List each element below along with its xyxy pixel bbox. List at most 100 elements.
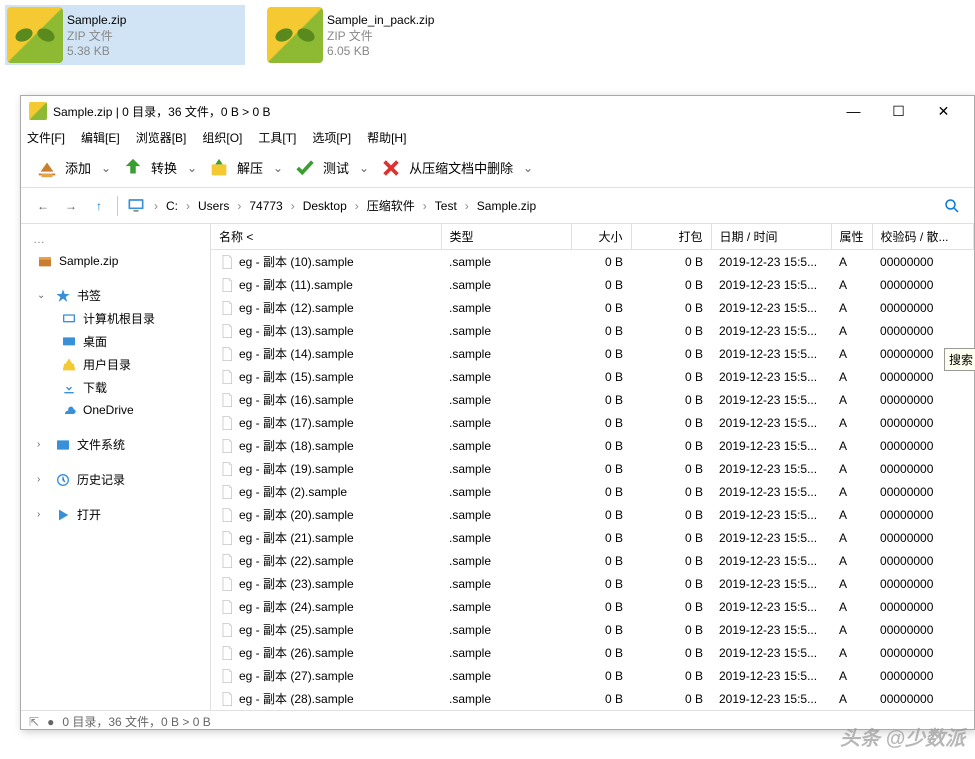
sidebar-more[interactable]: … [25,228,206,250]
table-row[interactable]: eg - 副本 (13).sample .sample 0 B 0 B 2019… [211,319,974,342]
file-type: .sample [441,411,571,434]
minimize-button[interactable]: — [831,97,876,125]
maximize-button[interactable]: ☐ [876,97,921,125]
table-row[interactable]: eg - 副本 (21).sample .sample 0 B 0 B 2019… [211,526,974,549]
up-button[interactable]: ↑ [85,192,113,220]
menu-item[interactable]: 文件[F] [27,129,65,146]
file-attrs: A [831,296,872,319]
table-row[interactable]: eg - 副本 (12).sample .sample 0 B 0 B 2019… [211,296,974,319]
sidebar-archive[interactable]: Sample.zip [25,250,206,272]
delete-icon [379,156,403,180]
table-row[interactable]: eg - 副本 (2).sample .sample 0 B 0 B 2019-… [211,480,974,503]
column-attrs[interactable]: 属性 [831,224,872,250]
file-size: 0 B [571,503,631,526]
sidebar-bookmark-item[interactable]: 桌面 [25,330,206,353]
file-packed: 0 B [631,296,711,319]
table-row[interactable]: eg - 副本 (14).sample .sample 0 B 0 B 2019… [211,342,974,365]
expand-icon[interactable]: › [37,509,49,520]
back-button[interactable]: ← [29,192,57,220]
sidebar-bookmark-item[interactable]: 下载 [25,376,206,399]
sidebar-history[interactable]: › 历史记录 [25,468,206,491]
pin-icon[interactable]: ⇱ [29,715,39,729]
table-row[interactable]: eg - 副本 (10).sample .sample 0 B 0 B 2019… [211,250,974,274]
breadcrumb-item[interactable]: Desktop [297,195,353,217]
file-icon [219,254,235,270]
file-size: 0 B [571,342,631,365]
file-type: .sample [441,526,571,549]
convert-button[interactable]: 转换 [113,152,185,184]
table-row[interactable]: eg - 副本 (18).sample .sample 0 B 0 B 2019… [211,434,974,457]
table-row[interactable]: eg - 副本 (15).sample .sample 0 B 0 B 2019… [211,365,974,388]
table-row[interactable]: eg - 副本 (25).sample .sample 0 B 0 B 2019… [211,618,974,641]
sidebar-bookmark-item[interactable]: 用户目录 [25,353,206,376]
menu-item[interactable]: 帮助[H] [367,129,406,146]
table-row[interactable]: eg - 副本 (24).sample .sample 0 B 0 B 2019… [211,595,974,618]
table-row[interactable]: eg - 副本 (23).sample .sample 0 B 0 B 2019… [211,572,974,595]
file-icon [219,691,235,707]
table-row[interactable]: eg - 副本 (22).sample .sample 0 B 0 B 2019… [211,549,974,572]
file-crc: 00000000 [872,572,973,595]
expand-icon[interactable]: ⌄ [37,290,49,301]
delete-button[interactable]: 从压缩文档中删除 [371,152,521,184]
breadcrumb-item[interactable]: 压缩软件 [361,195,421,217]
file-list[interactable]: 名称 < 类型 大小 打包 日期 / 时间 属性 校验码 / 散... eg -… [211,224,974,710]
table-row[interactable]: eg - 副本 (17).sample .sample 0 B 0 B 2019… [211,411,974,434]
extract-button[interactable]: 解压 [199,152,271,184]
file-attrs: A [831,388,872,411]
table-row[interactable]: eg - 副本 (28).sample .sample 0 B 0 B 2019… [211,687,974,710]
delete-dropdown[interactable]: ⌄ [521,161,535,175]
file-crc: 00000000 [872,526,973,549]
menu-item[interactable]: 工具[T] [258,129,296,146]
file-date: 2019-12-23 15:5... [711,664,831,687]
sidebar-bookmark-item[interactable]: OneDrive [25,399,206,421]
add-dropdown[interactable]: ⌄ [99,161,113,175]
file-packed: 0 B [631,388,711,411]
menu-item[interactable]: 组织[O] [202,129,242,146]
forward-button[interactable]: → [57,192,85,220]
table-row[interactable]: eg - 副本 (19).sample .sample 0 B 0 B 2019… [211,457,974,480]
breadcrumb-item[interactable]: 74773 [243,195,288,217]
file-icon [219,346,235,362]
file-packed: 0 B [631,342,711,365]
table-row[interactable]: eg - 副本 (11).sample .sample 0 B 0 B 2019… [211,273,974,296]
file-date: 2019-12-23 15:5... [711,365,831,388]
sidebar-open[interactable]: › 打开 [25,503,206,526]
menu-item[interactable]: 浏览器[B] [136,129,187,146]
column-size[interactable]: 大小 [571,224,631,250]
file-name: eg - 副本 (2).sample [239,483,347,500]
test-dropdown[interactable]: ⌄ [357,161,371,175]
column-checksum[interactable]: 校验码 / 散... [872,224,973,250]
column-type[interactable]: 类型 [441,224,571,250]
expand-icon[interactable]: › [37,439,49,450]
breadcrumb-item[interactable]: Sample.zip [471,195,542,217]
test-button[interactable]: 测试 [285,152,357,184]
sidebar-filesystem[interactable]: › 文件系统 [25,433,206,456]
table-row[interactable]: eg - 副本 (27).sample .sample 0 B 0 B 2019… [211,664,974,687]
computer-icon[interactable] [126,195,148,217]
status-text: 0 目录，36 文件，0 B > 0 B [62,713,210,730]
file-icon [219,277,235,293]
breadcrumb-item[interactable]: Users [192,195,235,217]
extract-dropdown[interactable]: ⌄ [271,161,285,175]
menu-item[interactable]: 选项[P] [312,129,351,146]
menu-item[interactable]: 编辑[E] [81,129,120,146]
column-date[interactable]: 日期 / 时间 [711,224,831,250]
table-row[interactable]: eg - 副本 (20).sample .sample 0 B 0 B 2019… [211,503,974,526]
search-icon[interactable] [938,192,966,220]
sidebar-bookmarks[interactable]: ⌄ 书签 [25,284,206,307]
file-date: 2019-12-23 15:5... [711,618,831,641]
desktop-file[interactable]: Sample_in_pack.zip ZIP 文件 6.05 KB [265,5,505,65]
titlebar[interactable]: Sample.zip | 0 目录，36 文件，0 B > 0 B — ☐ ✕ [21,96,974,126]
breadcrumb-item[interactable]: Test [429,195,463,217]
table-row[interactable]: eg - 副本 (26).sample .sample 0 B 0 B 2019… [211,641,974,664]
breadcrumb-item[interactable]: C: [160,195,184,217]
column-name[interactable]: 名称 < [211,224,441,250]
close-button[interactable]: ✕ [921,97,966,125]
sidebar-bookmark-item[interactable]: 计算机根目录 [25,307,206,330]
desktop-file[interactable]: Sample.zip ZIP 文件 5.38 KB [5,5,245,65]
table-row[interactable]: eg - 副本 (16).sample .sample 0 B 0 B 2019… [211,388,974,411]
add-button[interactable]: 添加 [27,152,99,184]
expand-icon[interactable]: › [37,474,49,485]
column-packed[interactable]: 打包 [631,224,711,250]
convert-dropdown[interactable]: ⌄ [185,161,199,175]
